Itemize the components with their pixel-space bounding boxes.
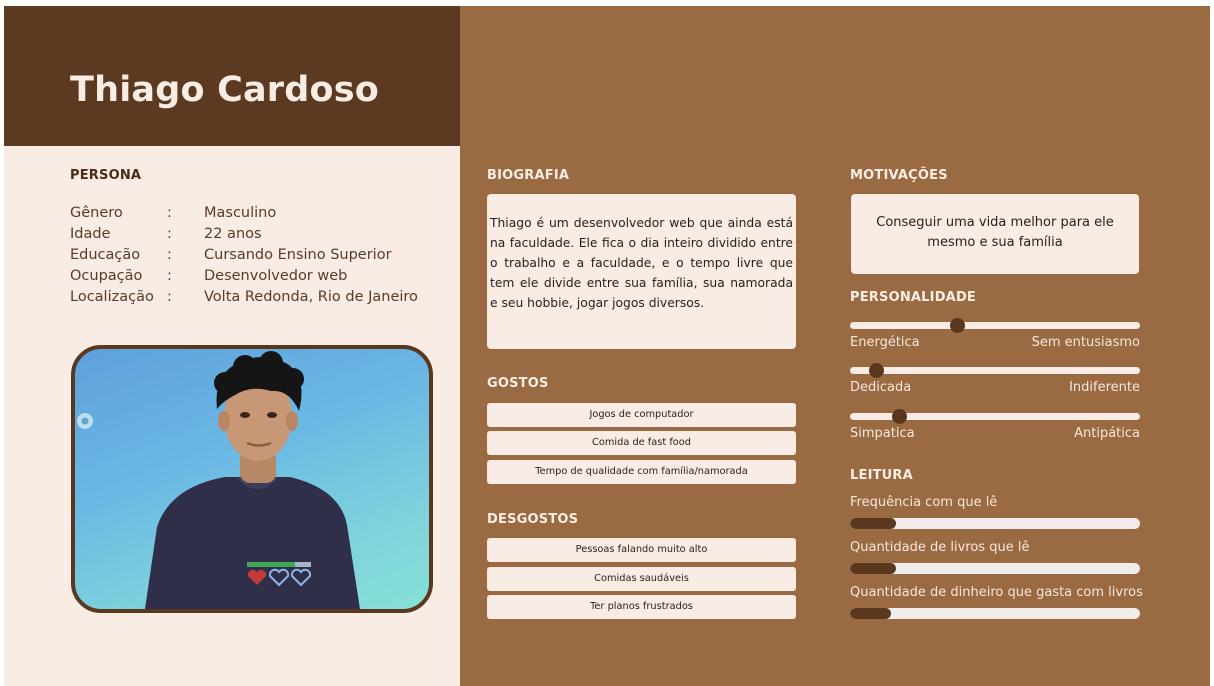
like-item: Comida de fast food	[487, 431, 796, 455]
trait-knob	[891, 409, 907, 424]
reading-bar-frequency	[850, 518, 1140, 529]
persona-illustration	[77, 351, 360, 609]
biography-heading: BIOGRAFIA	[487, 168, 570, 183]
info-row-occupation: Ocupação : Desenvolvedor web	[70, 266, 418, 287]
left-panel: Thiago Cardoso PERSONA Gênero : Masculin…	[4, 6, 460, 686]
reading-metric-label: Frequência com que lê	[850, 495, 998, 510]
reading-bar-money	[850, 608, 1140, 619]
hair-curl	[233, 355, 257, 379]
dislike-item: Comidas saudáveis	[487, 567, 796, 591]
reading-heading: LEITURA	[850, 468, 913, 483]
trait-knob	[868, 363, 884, 378]
reading-metric-label: Quantidade de dinheiro que gasta com liv…	[850, 585, 1143, 600]
motivations-card: Conseguir uma vida melhor para ele mesmo…	[851, 194, 1139, 274]
persona-photo	[71, 345, 433, 613]
dislike-item: Pessoas falando muito alto	[487, 538, 796, 562]
persona-heading: PERSONA	[70, 168, 142, 183]
personality-heading: PERSONALIDADE	[850, 290, 977, 305]
info-separator: :	[167, 289, 172, 305]
info-value: Cursando Ensino Superior	[204, 247, 392, 263]
trait-left-label: Simpatica	[850, 426, 915, 441]
info-separator: :	[167, 268, 172, 284]
eye-left	[240, 412, 250, 418]
info-separator: :	[167, 247, 172, 263]
reading-bar-fill	[850, 608, 891, 619]
info-row-education: Educação : Cursando Ensino Superior	[70, 245, 418, 266]
persona-slide: Thiago Cardoso PERSONA Gênero : Masculin…	[4, 6, 1210, 686]
biography-text: Thiago é um desenvolvedor web que ainda …	[490, 216, 793, 310]
motivations-heading: MOTIVAÇÕES	[850, 168, 948, 183]
info-value: Masculino	[204, 205, 277, 221]
persona-name: Thiago Cardoso	[70, 70, 380, 110]
biography-card: Thiago é um desenvolvedor web que ainda …	[487, 194, 796, 349]
ear-right	[286, 411, 298, 431]
info-separator: :	[167, 226, 172, 242]
persona-info: Gênero : Masculino Idade : 22 anos Educa…	[70, 203, 418, 308]
reading-metric-label: Quantidade de livros que lê	[850, 540, 1030, 555]
sim-badge-icon-center	[81, 417, 89, 425]
dislikes-heading: DESGOSTOS	[487, 512, 579, 527]
trait-slider-sympathy	[850, 409, 1140, 424]
shirt-bar-empty	[295, 562, 311, 567]
hair-curl	[282, 368, 304, 390]
reading-bar-fill	[850, 518, 897, 529]
reading-bar-fill	[850, 563, 897, 574]
trait-right-label: Sem entusiasmo	[1031, 335, 1140, 350]
trait-right-label: Antipática	[1074, 426, 1140, 441]
trait-left-label: Dedicada	[850, 380, 912, 395]
info-value: Volta Redonda, Rio de Janeiro	[204, 289, 418, 305]
shirt	[145, 477, 360, 609]
hair-curl	[259, 351, 283, 375]
dislike-item: Ter planos frustrados	[487, 595, 796, 619]
likes-heading: GOSTOS	[487, 376, 549, 391]
header-band: Thiago Cardoso	[4, 6, 460, 146]
info-row-location: Localização : Volta Redonda, Rio de Jane…	[70, 287, 418, 308]
info-label: Educação	[70, 247, 141, 263]
reading-bar-books	[850, 563, 1140, 574]
info-separator: :	[167, 205, 172, 221]
trait-slider-energy	[850, 318, 1140, 333]
trait-slider-dedication	[850, 363, 1140, 378]
info-label: Idade	[70, 226, 111, 242]
like-item: Jogos de computador	[487, 403, 796, 427]
info-row-gender: Gênero : Masculino	[70, 203, 418, 224]
info-label: Gênero	[70, 205, 123, 221]
ear-left	[218, 411, 230, 431]
like-item: Tempo de qualidade com família/namorada	[487, 460, 796, 484]
trait-knob	[949, 318, 965, 333]
trait-right-label: Indiferente	[1069, 380, 1140, 395]
trait-left-label: Energética	[850, 335, 920, 350]
info-label: Ocupação	[70, 268, 143, 284]
info-label: Localização	[70, 289, 154, 305]
eye-right	[267, 412, 277, 418]
info-value: Desenvolvedor web	[204, 268, 348, 284]
info-row-age: Idade : 22 anos	[70, 224, 418, 245]
info-value: 22 anos	[204, 226, 262, 242]
hair-curl	[214, 372, 236, 394]
